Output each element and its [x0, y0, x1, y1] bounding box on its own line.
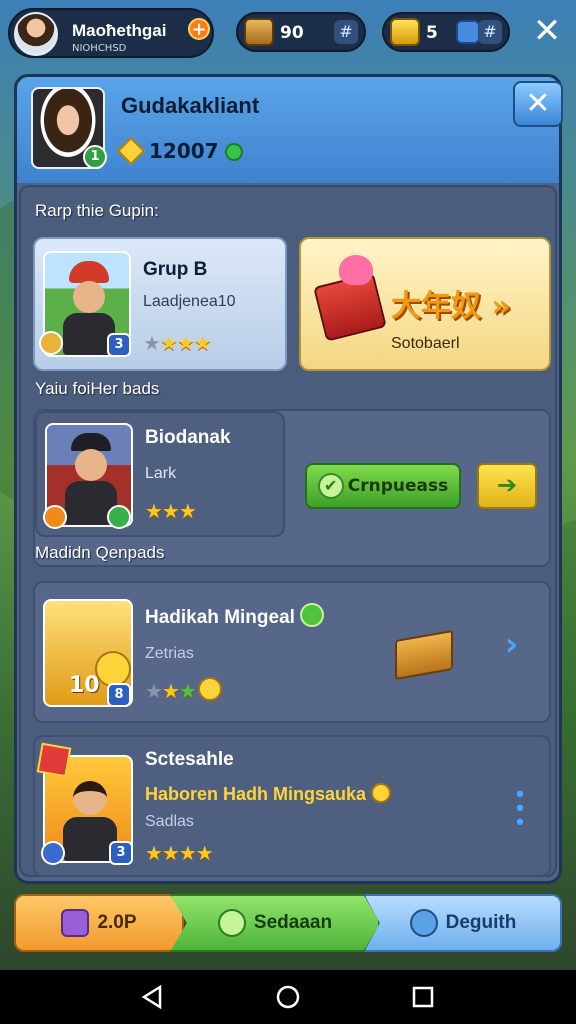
star-badge-icon — [36, 742, 72, 778]
special-stars: ★★★★ — [145, 841, 214, 865]
confirm-button[interactable]: ✔ Crnpueass — [305, 463, 461, 509]
heart-icon — [339, 255, 373, 285]
wood-crate-icon — [395, 629, 453, 681]
weekly-reward-name: Hadikah Mingeal — [145, 603, 325, 629]
confirm-button-label: Crnpueass — [347, 476, 449, 496]
top-bar: Maoħethgai NIOHCHSD + 90 # 5 # ✕ — [0, 0, 576, 62]
character-face-icon — [73, 281, 105, 313]
blue-cube-icon — [456, 20, 480, 44]
gold-gem-icon — [116, 136, 146, 166]
coin-stack-icon — [197, 677, 222, 701]
green-gem-icon — [224, 143, 243, 161]
resource-cup-counter: 5 # — [382, 12, 510, 52]
recents-icon[interactable] — [408, 982, 438, 1012]
section-label-group: Rarp thie Gupin: — [35, 201, 159, 220]
close-icon[interactable]: ✕ — [530, 14, 564, 48]
player-name: Biodanak — [145, 427, 231, 448]
treasure-count: 10 — [69, 673, 100, 698]
gold-coin-icon — [371, 783, 392, 803]
weekly-reward-name-text: Hadikah Mingeal — [145, 607, 295, 628]
group-level-badge: 3 — [107, 333, 131, 357]
level-badge: 1 — [83, 145, 107, 169]
section-label-rewards: Madidn Qenpads — [35, 543, 165, 562]
next-arrow-button[interactable]: ➔ — [477, 463, 537, 509]
panel-header: 1 Gudakakliant 12007 — [17, 77, 559, 183]
tab-select-label: Sedaaan — [253, 912, 333, 933]
character-face-icon — [75, 449, 107, 481]
player-tool-badge — [43, 505, 67, 529]
gold-coin-icon — [95, 651, 131, 687]
player-stars: ★★★ — [145, 499, 197, 523]
feather-icon — [409, 908, 438, 937]
star-empty-icon: ★ — [143, 331, 161, 355]
group-coin-badge — [39, 331, 63, 355]
star-icon: ★★★ — [145, 499, 197, 523]
check-icon: ✔ — [317, 473, 344, 499]
panel-content: Rarp thie Gupin: 3 Grup B Laadjenea10 ★★… — [19, 185, 557, 877]
special-highlight-text: Haboren Hadh Mingsauka — [145, 784, 367, 804]
player-avatar — [14, 12, 58, 56]
back-icon[interactable] — [138, 982, 168, 1012]
home-icon[interactable] — [273, 982, 303, 1012]
chest-icon — [244, 18, 274, 46]
special-level-badge: 3 — [109, 841, 133, 865]
green-check-icon — [300, 603, 325, 627]
weekly-reward-stars: ★★★ — [145, 677, 222, 703]
add-friend-button[interactable]: + — [188, 18, 210, 40]
star-icon: ★ — [161, 679, 180, 703]
character-hat-icon — [69, 261, 109, 283]
chest-count: 90 — [280, 23, 304, 43]
coin-value: 12007 — [149, 139, 219, 163]
special-check-badge — [41, 841, 65, 865]
tab-points[interactable]: 2.0P — [14, 894, 184, 952]
panel-title: Gudakakliant — [121, 93, 260, 118]
group-subtitle: Laadjenea10 — [143, 293, 236, 310]
star-empty-icon: ★ — [145, 679, 163, 703]
player-name: Maoħethgai — [72, 21, 167, 40]
special-highlight: Haboren Hadh Mingsauka — [145, 783, 392, 805]
group-name: Grup B — [143, 259, 208, 280]
star-icon: ★★★★ — [145, 841, 214, 865]
add-cup-button[interactable]: # — [478, 20, 502, 44]
treasure-box-icon — [61, 908, 90, 937]
check-circle-icon — [217, 908, 246, 937]
coin-balance: 12007 — [116, 136, 243, 166]
guild-panel: 1 Gudakakliant 12007 ✕ Rarp thie Gupin: … — [14, 74, 563, 884]
weekly-reward-subtitle: Zetrias — [145, 645, 194, 662]
player-check-badge — [107, 505, 131, 529]
special-subtitle: Sadlas — [145, 813, 194, 830]
tab-select[interactable]: Sedaaan — [170, 894, 380, 952]
weekly-level-badge: 8 — [107, 683, 131, 707]
tab-guide[interactable]: Deguith — [364, 894, 562, 952]
gift-card[interactable]: 大年奴 » Sotobaerl — [299, 237, 551, 371]
more-options-icon[interactable]: • • • — [513, 785, 527, 835]
character-face-icon — [73, 781, 107, 815]
star-icon: ★★★ — [159, 331, 212, 355]
special-name: Sctesahle — [145, 749, 234, 770]
section-label-players: Yaiu foiHer bads — [35, 379, 160, 398]
weekly-reward-card[interactable]: 10 8 Hadikah Mingeal Zetrias ★★★ › — [33, 581, 551, 723]
tab-points-label: 2.0P — [97, 912, 137, 933]
add-chest-button[interactable]: # — [334, 20, 358, 44]
group-stars: ★★★★ — [143, 331, 212, 355]
panel-close-button[interactable]: ✕ — [513, 81, 563, 127]
bottom-tab-bar: 2.0P Sedaaan Deguith — [14, 894, 562, 952]
gold-cup-icon — [390, 18, 420, 46]
player-subtitle: Lark — [145, 465, 177, 482]
group-card[interactable]: 3 Grup B Laadjenea10 ★★★★ — [33, 237, 287, 371]
resource-chest-counter: 90 # — [236, 12, 366, 52]
chevron-right-icon[interactable]: › — [505, 625, 518, 663]
gift-subtitle: Sotobaerl — [391, 335, 460, 352]
system-nav-bar — [0, 970, 576, 1024]
player-card[interactable]: Biodanak Lark ★★★ — [35, 411, 285, 537]
player-profile[interactable]: Maoħethgai NIOHCHSD + — [8, 8, 214, 58]
player-subtitle: NIOHCHSD — [72, 43, 127, 54]
gift-title: 大年奴 » — [391, 289, 511, 324]
tab-guide-label: Deguith — [445, 912, 517, 933]
special-card[interactable]: 3 Sctesahle Haboren Hadh Mingsauka Sadla… — [33, 735, 551, 877]
cup-count: 5 — [426, 23, 438, 43]
star-green-icon: ★ — [178, 679, 197, 703]
